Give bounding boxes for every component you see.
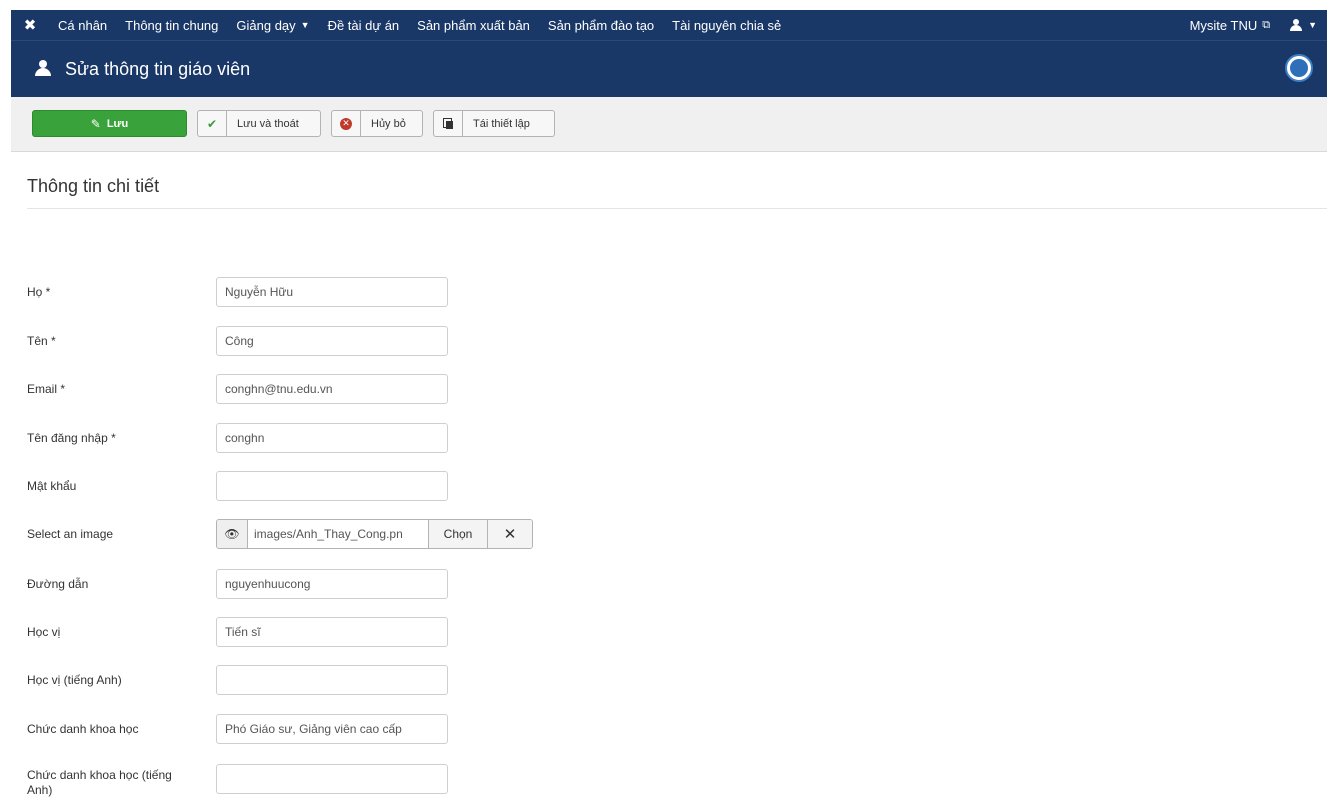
user-menu[interactable]: ▼ bbox=[1280, 19, 1327, 31]
nav-item-giang-day[interactable]: Giảng dạy ▼ bbox=[227, 18, 318, 33]
nav-item-tai-nguyen-chia-se[interactable]: Tài nguyên chia sẻ bbox=[663, 18, 790, 33]
academic-title-input[interactable] bbox=[216, 714, 448, 744]
degree-english-input[interactable] bbox=[216, 665, 448, 695]
field-label: Chức danh khoa học (tiếng Anh) bbox=[27, 768, 172, 797]
field-label: Mật khẩu bbox=[27, 479, 77, 493]
joomla-icon[interactable]: ✖ bbox=[11, 16, 49, 34]
mysite-label: Mysite TNU bbox=[1189, 17, 1258, 33]
close-icon: ✕ bbox=[503, 526, 517, 543]
password-input[interactable] bbox=[216, 471, 448, 501]
reset-button[interactable]: Tái thiết lập bbox=[433, 110, 555, 137]
nav-item-ca-nhan[interactable]: Cá nhân bbox=[49, 18, 116, 33]
nav-item-label: Giảng dạy bbox=[236, 17, 296, 33]
field-label: Tên đăng nhập * bbox=[27, 431, 116, 445]
nav-item-label: Sản phẩm đào tạo bbox=[547, 17, 655, 33]
nav-item-san-pham-dao-tao[interactable]: Sản phẩm đào tạo bbox=[539, 18, 663, 33]
page-title: Sửa thông tin giáo viên bbox=[65, 59, 251, 79]
save-and-close-label: Lưu và thoát bbox=[237, 117, 299, 130]
toolbar: ✎ Lưu ✔ Lưu và thoát ✕ Hủy bỏ Tái thiết … bbox=[11, 97, 1327, 152]
top-navbar: ✖ Cá nhân Thông tin chung Giảng dạy ▼ Đề … bbox=[11, 10, 1327, 40]
nav-item-san-pham-xuat-ban[interactable]: Sản phẩm xuất bản bbox=[408, 18, 539, 33]
chevron-down-icon: ▼ bbox=[300, 20, 310, 30]
site-logo bbox=[1285, 54, 1313, 82]
section-divider bbox=[27, 208, 1327, 209]
nav-item-label: Đề tài dự án bbox=[327, 17, 400, 33]
edit-icon: ✎ bbox=[90, 116, 101, 131]
chevron-down-icon: ▼ bbox=[1308, 20, 1317, 30]
nav-item-label: Cá nhân bbox=[58, 17, 108, 33]
clear-image-button[interactable]: ✕ bbox=[487, 520, 532, 548]
copy-icon bbox=[434, 111, 463, 136]
save-button-label: Lưu bbox=[106, 117, 129, 130]
user-icon bbox=[1290, 19, 1303, 31]
field-label: Đường dẫn bbox=[27, 577, 89, 591]
field-label: Học vị (tiếng Anh) bbox=[27, 673, 122, 687]
field-label: Họ * bbox=[27, 285, 51, 299]
save-button[interactable]: ✎ Lưu bbox=[32, 110, 187, 137]
external-link-icon: ⧉ bbox=[1262, 18, 1271, 31]
academic-title-english-input[interactable] bbox=[216, 764, 448, 794]
reset-label: Tái thiết lập bbox=[473, 117, 530, 130]
nav-item-de-tai-du-an[interactable]: Đề tài dự án bbox=[319, 18, 409, 33]
alias-input[interactable] bbox=[216, 569, 448, 599]
nav-item-label: Sản phẩm xuất bản bbox=[417, 17, 530, 33]
field-label: Tên * bbox=[27, 334, 56, 348]
save-and-close-button[interactable]: ✔ Lưu và thoát bbox=[197, 110, 321, 137]
eye-icon[interactable]: 👁 bbox=[217, 520, 248, 548]
checkmark-icon: ✔ bbox=[198, 111, 227, 136]
nav-item-thong-tin-chung[interactable]: Thông tin chung bbox=[116, 18, 227, 33]
mysite-link[interactable]: Mysite TNU ⧉ bbox=[1180, 18, 1281, 33]
cancel-icon: ✕ bbox=[332, 111, 361, 136]
cancel-button[interactable]: ✕ Hủy bỏ bbox=[331, 110, 423, 137]
cancel-label: Hủy bỏ bbox=[371, 117, 406, 130]
field-label: Học vị bbox=[27, 625, 61, 639]
last-name-input[interactable] bbox=[216, 277, 448, 307]
choose-image-button[interactable]: Chọn bbox=[428, 520, 487, 548]
user-icon bbox=[35, 60, 51, 79]
image-media-field: 👁 images/Anh_Thay_Cong.pn Chọn ✕ bbox=[216, 519, 533, 549]
page-header: Sửa thông tin giáo viên bbox=[11, 40, 1327, 98]
username-input[interactable] bbox=[216, 423, 448, 453]
section-title: Thông tin chi tiết bbox=[27, 176, 160, 196]
field-label: Select an image bbox=[27, 527, 114, 541]
degree-input[interactable] bbox=[216, 617, 448, 647]
field-label: Email * bbox=[27, 382, 66, 396]
first-name-input[interactable] bbox=[216, 326, 448, 356]
nav-item-label: Tài nguyên chia sẻ bbox=[672, 17, 782, 33]
image-path-field[interactable]: images/Anh_Thay_Cong.pn bbox=[248, 520, 428, 548]
email-input[interactable] bbox=[216, 374, 448, 404]
field-label: Chức danh khoa học bbox=[27, 722, 139, 736]
nav-item-label: Thông tin chung bbox=[125, 17, 219, 33]
